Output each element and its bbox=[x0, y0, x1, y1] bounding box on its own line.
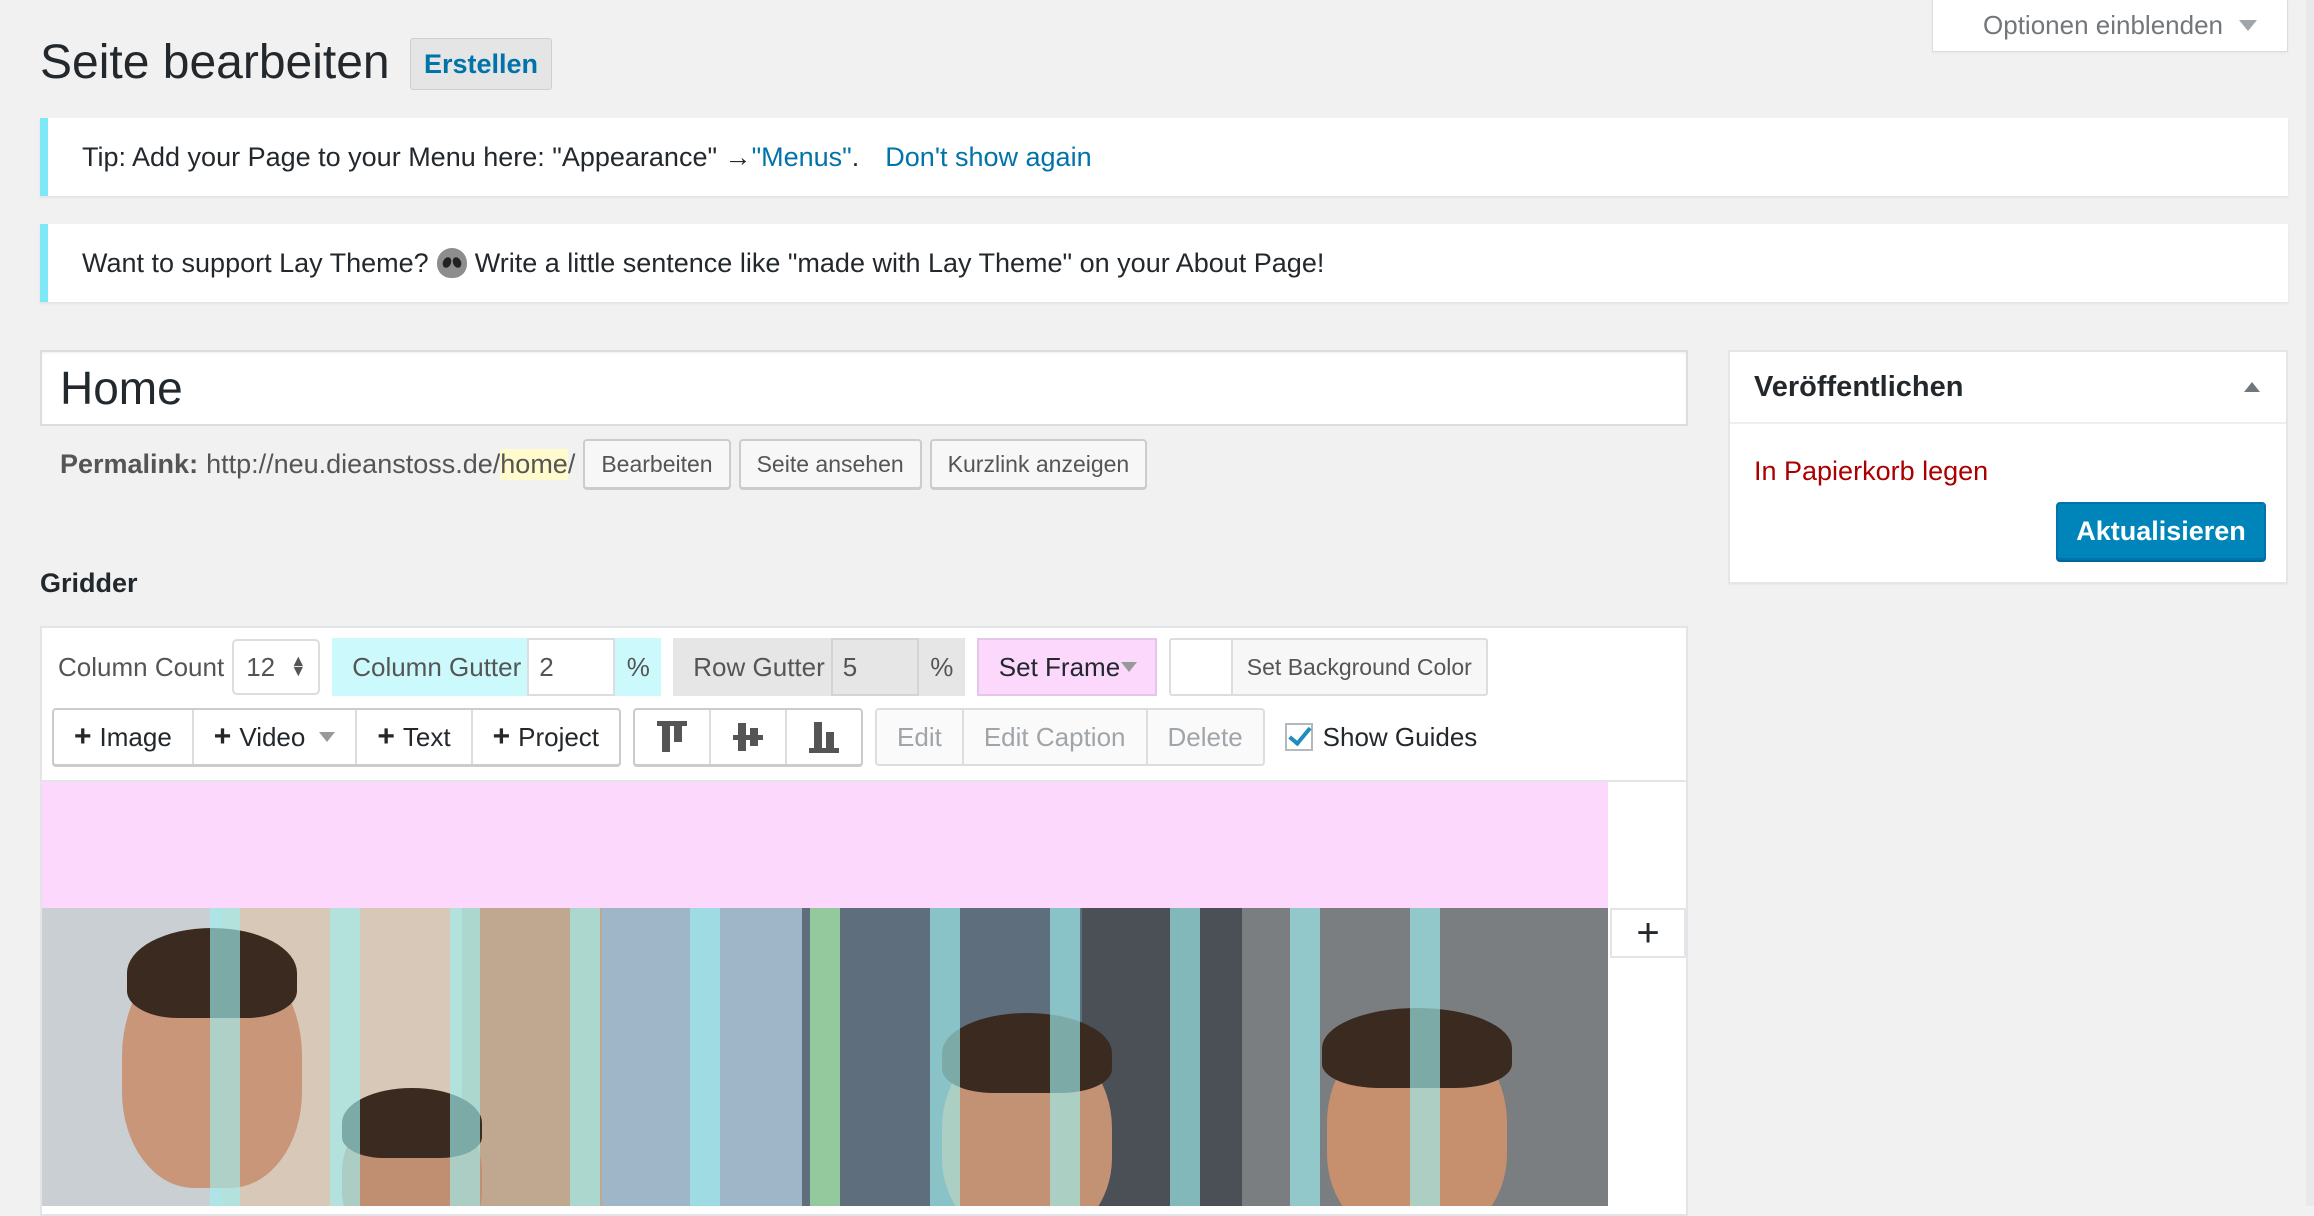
create-button[interactable]: Erstellen bbox=[410, 38, 552, 90]
show-guides-toggle[interactable]: Show Guides bbox=[1284, 721, 1478, 753]
gridder-add-toolbar: + Image + Video + Text + Project Edit Ed… bbox=[52, 708, 1477, 766]
column-guide bbox=[330, 908, 360, 1206]
plus-icon: + bbox=[492, 720, 511, 753]
post-title-input[interactable]: Home bbox=[40, 350, 1688, 426]
column-gutter-unit: % bbox=[626, 651, 650, 682]
column-guide bbox=[1290, 908, 1320, 1206]
add-project-label: Project bbox=[518, 721, 600, 752]
edit-permalink-button[interactable]: Bearbeiten bbox=[583, 439, 731, 489]
column-count-label: Column Count bbox=[58, 651, 225, 682]
caret-down-icon bbox=[1120, 662, 1137, 672]
align-bottom-button[interactable] bbox=[787, 710, 861, 764]
show-guides-checkbox[interactable] bbox=[1284, 723, 1313, 751]
edit-buttons-group: Edit Edit Caption Delete bbox=[875, 708, 1265, 766]
row-gutter-group: Row Gutter 5 % bbox=[673, 638, 965, 696]
view-page-button[interactable]: Seite ansehen bbox=[738, 439, 922, 489]
support-text-after: Write a little sentence like "made with … bbox=[474, 247, 1325, 278]
shortlink-button[interactable]: Kurzlink anzeigen bbox=[929, 439, 1148, 489]
add-project-button[interactable]: + Project bbox=[473, 710, 619, 764]
add-row-button[interactable]: + bbox=[1610, 908, 1686, 958]
add-text-label: Text bbox=[402, 721, 451, 752]
gridder-label: Gridder bbox=[40, 568, 138, 598]
column-guide bbox=[450, 908, 480, 1206]
column-guide bbox=[930, 908, 960, 1206]
column-guide bbox=[1170, 908, 1200, 1206]
align-top-button[interactable] bbox=[635, 710, 712, 764]
set-frame-dropdown[interactable]: Set Frame bbox=[976, 638, 1157, 696]
column-gutter-input[interactable]: 2 bbox=[527, 638, 616, 696]
frame-area bbox=[42, 782, 1608, 908]
caret-down-icon bbox=[2239, 20, 2257, 31]
set-background-color-button[interactable]: Set Background Color bbox=[1168, 638, 1488, 696]
align-middle-icon bbox=[733, 723, 764, 751]
set-frame-label: Set Frame bbox=[998, 651, 1121, 682]
publish-title: Veröffentlichen bbox=[1754, 370, 1964, 403]
scrollbar[interactable] bbox=[2306, 0, 2314, 1206]
support-notice: Want to support Lay Theme? Write a littl… bbox=[40, 224, 2288, 302]
alien-icon bbox=[436, 248, 467, 278]
row-gutter-unit: % bbox=[930, 651, 954, 682]
page-title: Seite bearbeiten bbox=[40, 36, 390, 89]
gridder-settings-toolbar: Column Count 12 ▲ ▼ Column Gutter 2 % Row… bbox=[58, 638, 1488, 696]
set-background-color-label: Set Background Color bbox=[1246, 653, 1472, 680]
support-text-before: Want to support Lay Theme? bbox=[82, 247, 429, 278]
delete-button[interactable]: Delete bbox=[1148, 710, 1263, 764]
align-top-icon bbox=[657, 721, 688, 752]
updown-icon: ▲ ▼ bbox=[290, 653, 307, 680]
align-bottom-icon bbox=[809, 722, 840, 753]
tip-text: Tip: Add your Page to your Menu here: "A… bbox=[82, 141, 752, 172]
caret-down-icon[interactable] bbox=[319, 732, 336, 742]
column-gutter-group: Column Gutter 2 % bbox=[332, 638, 662, 696]
column-gutter-label: Column Gutter bbox=[352, 651, 522, 682]
photo-hair bbox=[942, 1013, 1112, 1093]
update-button[interactable]: Aktualisieren bbox=[2056, 502, 2266, 560]
column-count-value: 12 bbox=[246, 651, 276, 682]
tip-notice: Tip: Add your Page to your Menu here: "A… bbox=[40, 118, 2288, 196]
dont-show-again-link[interactable]: Don't show again bbox=[885, 142, 1091, 173]
column-guide bbox=[810, 908, 840, 1206]
permalink-trailing: / bbox=[567, 448, 576, 479]
menus-link[interactable]: "Menus" bbox=[752, 142, 852, 173]
column-guide bbox=[1410, 908, 1440, 1206]
column-count-select[interactable]: 12 ▲ ▼ bbox=[232, 639, 321, 695]
column-guide bbox=[210, 908, 240, 1206]
column-guide bbox=[570, 908, 600, 1206]
row-gutter-label: Row Gutter bbox=[693, 651, 825, 682]
add-image-label: Image bbox=[99, 721, 172, 752]
add-image-button[interactable]: + Image bbox=[54, 710, 194, 764]
permalink-slug[interactable]: home bbox=[500, 448, 568, 480]
tip-period: . bbox=[851, 141, 860, 172]
move-to-trash-link[interactable]: In Papierkorb legen bbox=[1754, 456, 1988, 487]
show-guides-label: Show Guides bbox=[1322, 721, 1478, 752]
add-buttons-group: + Image + Video + Text + Project bbox=[52, 708, 622, 766]
plus-icon: + bbox=[377, 720, 395, 753]
edit-button[interactable]: Edit bbox=[877, 710, 964, 764]
align-buttons-group bbox=[633, 708, 864, 766]
publish-box-header[interactable]: Veröffentlichen bbox=[1730, 352, 2286, 424]
permalink-row: Permalink: http://neu.dieanstoss.de/ hom… bbox=[60, 439, 1148, 489]
column-guide bbox=[690, 908, 720, 1206]
screen-options-label: Optionen einblenden bbox=[1983, 10, 2223, 40]
plus-icon: + bbox=[213, 720, 232, 753]
edit-caption-button[interactable]: Edit Caption bbox=[964, 710, 1148, 764]
align-middle-button[interactable] bbox=[711, 710, 788, 764]
screen-options-button[interactable]: Optionen einblenden bbox=[1932, 0, 2288, 52]
add-text-button[interactable]: + Text bbox=[357, 710, 473, 764]
permalink-base[interactable]: http://neu.dieanstoss.de/ bbox=[206, 449, 500, 480]
permalink-label: Permalink: bbox=[60, 448, 199, 479]
row-gutter-input[interactable]: 5 bbox=[830, 638, 919, 696]
plus-icon: + bbox=[74, 720, 92, 753]
add-video-button[interactable]: + Video bbox=[194, 710, 358, 764]
color-swatch[interactable] bbox=[1170, 640, 1233, 694]
column-guide bbox=[1050, 908, 1080, 1206]
add-video-label: Video bbox=[239, 721, 306, 752]
caret-up-icon[interactable] bbox=[2244, 382, 2260, 392]
